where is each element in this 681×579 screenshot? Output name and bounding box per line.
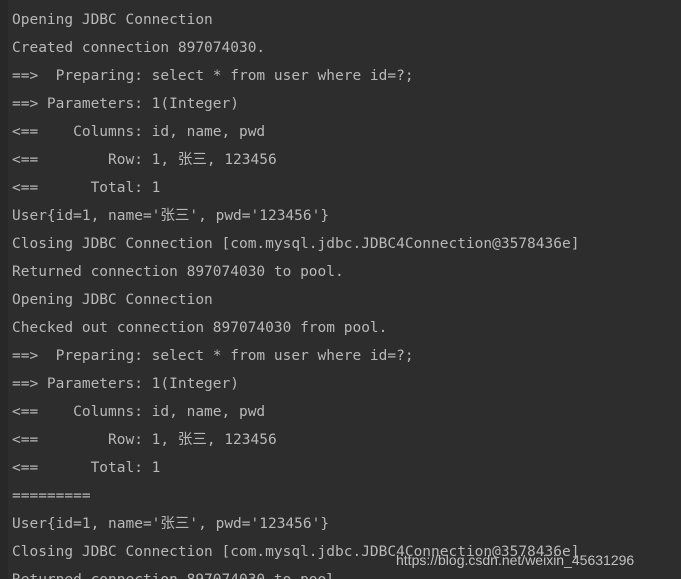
- log-line: Opening JDBC Connection: [12, 12, 213, 28]
- log-line: ==> Preparing: select * from user where …: [12, 68, 414, 84]
- log-line: ==> Parameters: 1(Integer): [12, 376, 239, 392]
- log-line: <== Columns: id, name, pwd: [12, 124, 266, 140]
- log-line: <== Row: 1, 张三, 123456: [12, 152, 277, 168]
- console-window: Opening JDBC Connection Created connectio…: [0, 0, 681, 579]
- log-line: User{id=1, name='张三', pwd='123456'}: [12, 516, 330, 532]
- log-line: <== Total: 1: [12, 180, 161, 196]
- log-line: ==> Parameters: 1(Integer): [12, 96, 239, 112]
- log-line: <== Columns: id, name, pwd: [12, 404, 266, 420]
- log-line: User{id=1, name='张三', pwd='123456'}: [12, 208, 330, 224]
- log-line: Returned connection 897074030 to pool.: [12, 264, 344, 280]
- log-line: ==> Preparing: select * from user where …: [12, 348, 414, 364]
- log-line: =========: [12, 488, 91, 504]
- log-line: Opening JDBC Connection: [12, 292, 213, 308]
- watermark-url: https://blog.csdn.net/weixin_45631296: [396, 552, 635, 568]
- log-output[interactable]: Opening JDBC Connection Created connectio…: [8, 0, 681, 579]
- log-line: Checked out connection 897074030 from po…: [12, 320, 388, 336]
- log-line: Created connection 897074030.: [12, 40, 266, 56]
- log-line: <== Total: 1: [12, 460, 161, 476]
- log-line: <== Row: 1, 张三, 123456: [12, 432, 277, 448]
- console-gutter: [0, 0, 8, 579]
- log-line: Closing JDBC Connection [com.mysql.jdbc.…: [12, 236, 580, 252]
